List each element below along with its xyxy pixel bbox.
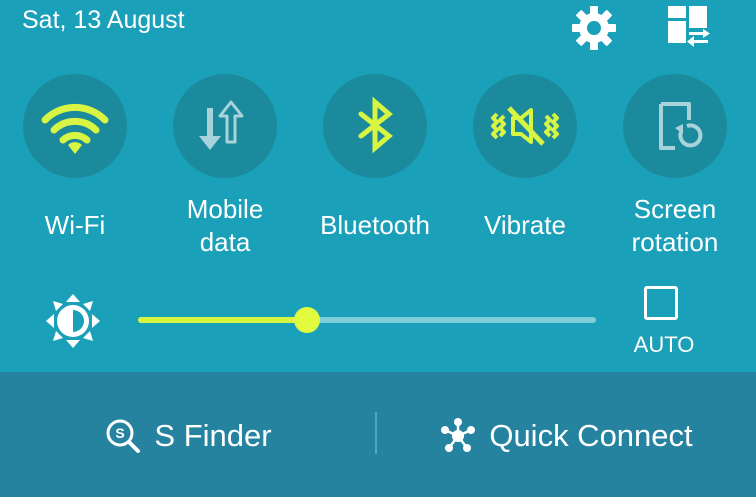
s-finder-button[interactable]: S S Finder [0,388,376,483]
date-label: Sat, 13 August [22,6,185,34]
toggle-wifi-label: Wi-Fi [44,210,106,240]
toggle-bluetooth-button[interactable] [323,74,427,178]
toggle-screen-rotation[interactable]: Screen rotation [600,74,750,264]
quick-connect-label: Quick Connect [489,417,693,453]
toggle-screen-rotation-button[interactable] [623,74,727,178]
toggle-screen-rotation-label-line2: rotation [631,227,719,257]
s-finder-label: S Finder [154,417,272,453]
brightness-sun-icon [44,292,102,350]
quick-connect-icon [441,417,476,452]
brightness-slider-fill [138,317,308,323]
toggle-vibrate-button[interactable] [473,74,577,178]
toggle-vibrate-label: Vibrate [484,210,566,240]
quick-connect-button[interactable]: Quick Connect [376,388,756,483]
toggle-bluetooth[interactable]: Bluetooth [300,74,450,264]
toggle-mobile-data-label-line2: data [199,227,251,257]
edit-toggles-grid-icon[interactable] [664,3,712,51]
settings-gear-icon[interactable] [570,4,618,52]
bottom-bar: S S Finder Quick Connect [0,372,756,497]
brightness-slider[interactable] [138,303,596,337]
toggle-screen-rotation-label-line1: Screen [633,194,717,224]
s-finder-search-icon: S [106,419,141,453]
quick-settings-panel: Sat, 13 August Wi-Fi Mobile data Bluetoo… [0,0,756,372]
toggle-screen-rotation-label: Screen rotation [600,193,750,259]
toggle-bluetooth-label: Bluetooth [320,210,430,240]
screen-rotation-icon [659,102,703,150]
svg-text:S: S [116,425,125,441]
mobile-data-icon [199,100,244,150]
wifi-icon [41,103,109,154]
vibrate-icon [491,106,559,146]
bluetooth-icon [358,96,393,154]
toggle-mobile-data-label-line1: Mobile [186,194,264,224]
toggle-wifi-button[interactable] [23,74,127,178]
toggle-mobile-data-button[interactable] [173,74,277,178]
auto-brightness-checkbox[interactable] [644,286,678,320]
auto-brightness-label: AUTO [633,332,695,357]
toggle-mobile-data-label: Mobile data [150,193,300,259]
toggle-mobile-data[interactable]: Mobile data [150,74,300,264]
toggle-wifi[interactable]: Wi-Fi [0,74,150,264]
toggle-vibrate[interactable]: Vibrate [450,74,600,264]
brightness-slider-thumb[interactable] [294,307,321,333]
